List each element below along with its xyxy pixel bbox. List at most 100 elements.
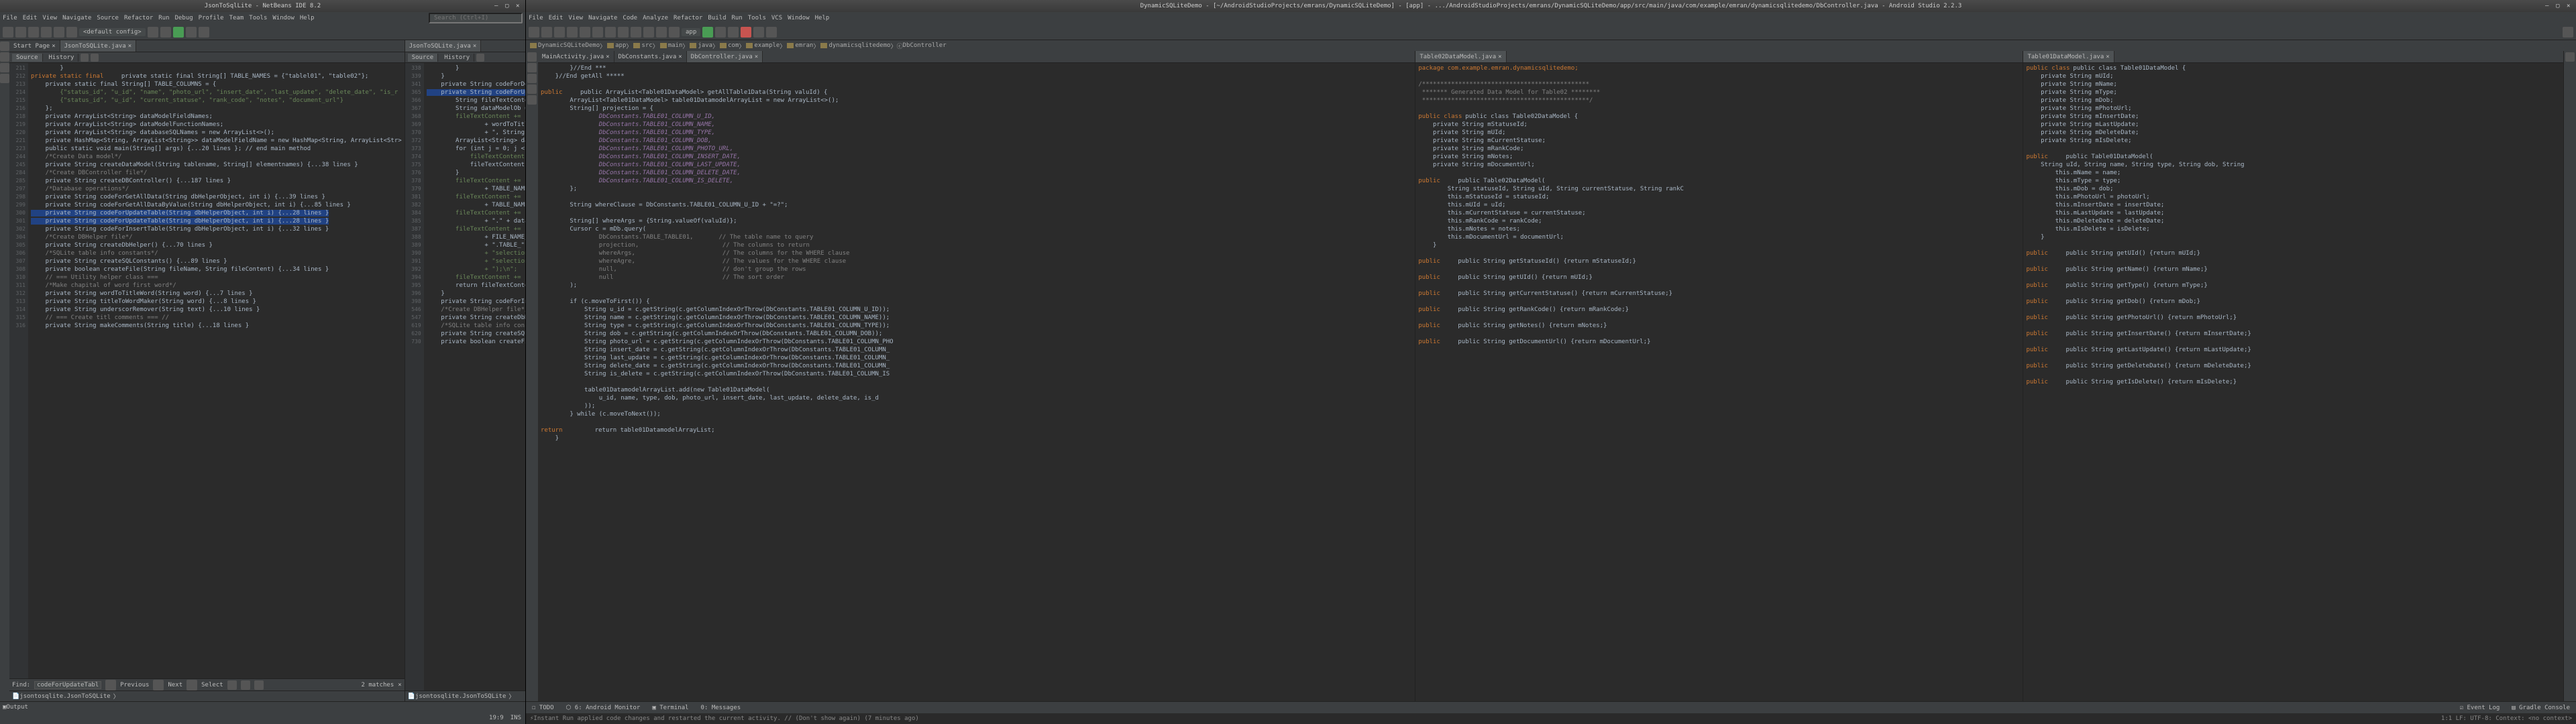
stop-icon[interactable] [741, 27, 751, 38]
services-icon[interactable] [0, 63, 9, 72]
regex-icon[interactable] [254, 680, 264, 690]
menu-view[interactable]: View [42, 15, 57, 21]
menu-profile[interactable]: Profile [199, 15, 224, 21]
debug-icon[interactable] [186, 27, 197, 38]
menu-debug[interactable]: Debug [175, 15, 193, 21]
tab-jsontosqlite-right[interactable]: JsonToSQLite.java× [405, 40, 482, 52]
menu-window[interactable]: Window [272, 15, 294, 21]
make-icon[interactable] [669, 27, 680, 38]
minimize-icon[interactable]: – [494, 3, 501, 9]
build-variants-icon[interactable] [527, 84, 537, 94]
close-tab-icon[interactable]: × [2106, 54, 2109, 60]
favorites-tool-icon[interactable] [527, 95, 537, 105]
open-icon[interactable] [28, 27, 39, 38]
menu-navigate[interactable]: Navigate [62, 15, 91, 21]
breadcrumb-bottom-right[interactable]: 📄 jsontosqlite.JsonToSQLite 〉 [405, 690, 525, 701]
save-all-icon[interactable] [41, 27, 52, 38]
code-content-2[interactable]: package com.example.emran.dynamicsqlited… [1415, 63, 2023, 701]
code-editor-right[interactable]: 3383393413653663673683693703723733743753… [405, 63, 525, 690]
menu-view[interactable]: View [568, 15, 583, 21]
maximize-icon[interactable]: ▢ [2556, 3, 2563, 9]
as-code-editor-2[interactable]: package com.example.emran.dynamicsqlited… [1415, 63, 2023, 701]
whole-word-icon[interactable] [241, 680, 250, 690]
code-content-left[interactable]: } private static final private static fi… [28, 63, 405, 678]
avd-manager-icon[interactable] [753, 27, 764, 38]
menu-team[interactable]: Team [229, 15, 244, 21]
files-icon[interactable] [0, 52, 9, 62]
new-project-icon[interactable] [15, 27, 26, 38]
menu-refactor[interactable]: Refactor [674, 15, 702, 21]
menu-source[interactable]: Source [97, 15, 119, 21]
sdk-manager-icon[interactable] [766, 27, 777, 38]
quicksearch-input[interactable] [429, 13, 523, 23]
find-select-icon[interactable] [186, 680, 197, 690]
menu-navigate[interactable]: Navigate [588, 15, 617, 21]
run-config-combo[interactable]: app [682, 28, 700, 36]
bottom-tab-gradle-console[interactable]: ▤ Gradle Console [2508, 704, 2573, 712]
find-close-icon[interactable]: × [398, 682, 401, 688]
as-breadcrumb[interactable]: DynamicSQLiteDemo〉 app〉 src〉 main〉 java〉… [526, 40, 2576, 51]
as-code-editor-1[interactable]: }//End *** }//End getAll ***** public pu… [538, 63, 1415, 701]
bottom-tab-todo[interactable]: ☐ TODO [529, 704, 557, 712]
as-code-editor-3[interactable]: public class public class Table01DataMod… [2023, 63, 2563, 701]
open-icon[interactable] [529, 27, 539, 38]
tab-table02datamodel[interactable]: Table02DataModel.java× [1415, 51, 1506, 62]
gradle-tool-icon[interactable] [2565, 52, 2575, 62]
menu-vcs[interactable]: VCS [771, 15, 782, 21]
tab-dbcontroller[interactable]: DbController.java× [687, 51, 763, 62]
search-everywhere-icon[interactable] [2563, 27, 2573, 38]
undo-icon[interactable] [567, 27, 578, 38]
menu-window[interactable]: Window [788, 15, 810, 21]
menu-help[interactable]: Help [815, 15, 830, 21]
netbeans-titlebar[interactable]: JsonToSqlLite - NetBeans IDE 8.2 – ▢ ✕ [0, 0, 525, 12]
apply-changes-icon[interactable] [715, 27, 726, 38]
projects-icon[interactable] [0, 42, 9, 51]
subtab-history[interactable]: History [45, 54, 79, 62]
forward-icon[interactable] [656, 27, 667, 38]
run-icon[interactable] [173, 27, 184, 38]
close-tab-icon[interactable]: × [52, 43, 55, 50]
profile-icon[interactable] [199, 27, 209, 38]
tab-dbconstants[interactable]: DbConstants.java× [614, 51, 687, 62]
minimize-icon[interactable]: – [2545, 3, 2552, 9]
menu-help[interactable]: Help [300, 15, 315, 21]
menu-tools[interactable]: Tools [249, 15, 267, 21]
redo-icon[interactable] [66, 27, 77, 38]
menu-file[interactable]: File [529, 15, 543, 21]
find-icon[interactable] [631, 27, 641, 38]
clean-build-icon[interactable] [160, 27, 171, 38]
sync-icon[interactable] [554, 27, 565, 38]
nav-back-icon[interactable] [80, 54, 89, 62]
close-icon[interactable]: ✕ [516, 3, 523, 9]
code-content-right[interactable]: } } private String codeForDeleteTable(St… [424, 63, 525, 690]
close-tab-icon[interactable]: × [473, 43, 476, 50]
find-input[interactable] [34, 681, 101, 689]
find-next-icon[interactable] [153, 680, 164, 690]
menu-run[interactable]: Run [158, 15, 169, 21]
code-content-3[interactable]: public class public class Table01DataMod… [2023, 63, 2563, 701]
copy-icon[interactable] [605, 27, 616, 38]
tab-table01datamodel[interactable]: Table01DataModel.java× [2023, 51, 2114, 62]
bottom-tab-android-monitor[interactable]: ⬡ 6: Android Monitor [563, 704, 644, 712]
close-tab-icon[interactable]: × [128, 43, 131, 50]
find-prev-icon[interactable] [105, 680, 116, 690]
breadcrumb-bottom[interactable]: 📄 jsontosqlite.JsonToSQLite 〉 [9, 690, 405, 701]
tab-mainactivity[interactable]: MainActivity.java× [538, 51, 614, 62]
config-combo[interactable]: <default config> [79, 28, 146, 36]
navigator-icon[interactable] [0, 74, 9, 83]
menu-refactor[interactable]: Refactor [124, 15, 153, 21]
structure-tool-icon[interactable] [527, 63, 537, 72]
subtab-source[interactable]: Source [12, 54, 43, 62]
menu-code[interactable]: Code [623, 15, 637, 21]
menu-tools[interactable]: Tools [748, 15, 766, 21]
menu-analyze[interactable]: Analyze [643, 15, 668, 21]
close-icon[interactable]: ✕ [2567, 3, 2573, 9]
project-tool-icon[interactable] [527, 52, 537, 62]
back-icon[interactable] [643, 27, 654, 38]
output-tab[interactable]: ▣ Output [0, 701, 525, 712]
close-tab-icon[interactable]: × [755, 54, 758, 60]
nav-back-icon[interactable] [476, 54, 484, 62]
menu-file[interactable]: File [3, 15, 17, 21]
close-tab-icon[interactable]: × [1498, 54, 1501, 60]
paste-icon[interactable] [618, 27, 629, 38]
